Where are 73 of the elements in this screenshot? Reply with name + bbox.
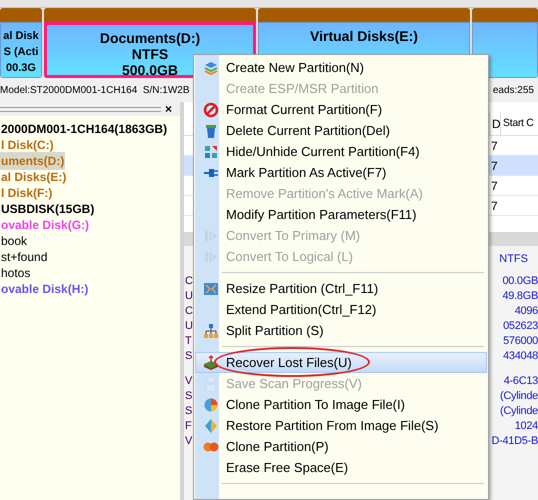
property-value: 052623 — [503, 319, 538, 334]
table-cell-text: 7 — [491, 138, 498, 154]
property-label: C — [185, 304, 193, 320]
menu-item[interactable]: Delete Current Partition(Del) — [196, 120, 486, 141]
partition-text: S (Acti — [4, 45, 38, 60]
tree-item[interactable]: hotos — [0, 264, 32, 282]
menu-item[interactable]: Resize Partition (Ctrl_F11) — [196, 278, 486, 299]
property-label: U — [185, 289, 193, 304]
property-label: V — [185, 374, 192, 390]
menu-item[interactable]: Clone Partition(P) — [196, 436, 486, 457]
property-value: 4-6C13 — [504, 374, 538, 390]
partition-text: al Disk — [3, 29, 39, 44]
property-value: 1024 — [514, 419, 538, 434]
partition-text: NTFS — [132, 46, 168, 62]
property-label: F — [185, 419, 192, 434]
property-value: 434048 — [503, 349, 538, 364]
menu-item[interactable]: Erase Free Space(E) — [196, 457, 486, 478]
arrows-icon — [203, 144, 219, 160]
pie-icon — [203, 396, 219, 412]
partition-text: Virtual Disks(E:) — [310, 28, 418, 44]
tree-item[interactable]: ovable Disk(H:) — [0, 280, 90, 298]
partition-header-bar — [472, 8, 538, 22]
tree-item[interactable]: book — [0, 232, 28, 250]
property-value: 4096 — [514, 304, 538, 320]
menu-item[interactable]: Clone Partition To Image File(I) — [196, 394, 486, 415]
menu-item[interactable]: Extend Partition(Ctrl_F12) — [196, 299, 486, 320]
table-cell-text: 7 — [491, 178, 498, 194]
property-value: D-41D5-B — [491, 434, 538, 450]
layers-icon — [203, 60, 219, 76]
menu-item[interactable]: Hide/Unhide Current Partition(F4) — [196, 141, 486, 162]
box-arrow-icon — [203, 354, 219, 370]
property-label: U — [185, 319, 193, 334]
trash-icon — [203, 122, 219, 138]
property-value: (Cylinde — [500, 389, 538, 404]
property-value: 576000 — [503, 334, 538, 350]
tree-item[interactable]: st+found — [0, 248, 48, 266]
tree-item[interactable]: USBDISK(15GB) — [0, 200, 96, 218]
floppy-icon — [203, 376, 219, 392]
close-button[interactable]: × — [164, 103, 172, 115]
disk-model-info: Model:ST2000DM001-1CH164 S/N:1W2B — [0, 84, 190, 98]
menu-item[interactable]: Restore Partition From Image File(S) — [196, 415, 486, 436]
menu-item[interactable]: Modify Partition Parameters(F11) — [196, 204, 486, 225]
tree-item[interactable]: l Disk(F:) — [0, 184, 54, 202]
property-value: (Cylinde — [500, 404, 538, 420]
column-header[interactable]: Start C — [500, 112, 534, 135]
partition-block[interactable]: al Disk S (Acti 00.3G — [0, 22, 42, 78]
partition-text: 500.0GB — [122, 62, 178, 75]
menu-item[interactable]: Format Current Partition(F) — [196, 99, 486, 120]
resize-icon — [203, 280, 219, 296]
no-entry-icon — [203, 102, 219, 118]
tree-item[interactable]: l Disk(C:) — [0, 136, 55, 154]
property-label: V — [185, 434, 192, 450]
menu-item[interactable]: Split Partition (S) — [196, 320, 486, 341]
menu-item[interactable]: Recover Lost Files(U) — [195, 352, 487, 373]
disk-heads-info: eads:255 — [492, 84, 534, 98]
tree-item[interactable]: al Disks(E:) — [0, 168, 68, 186]
partition-text: 00.3G — [6, 61, 36, 76]
diamond-icon — [203, 418, 219, 434]
menu-item[interactable]: Mark Partition As Active(F7) — [196, 162, 486, 183]
partition-header-bar — [0, 8, 42, 22]
property-value: 49.8GB — [502, 289, 538, 304]
property-label: C — [185, 274, 193, 290]
file-system-value: NTFS — [499, 252, 528, 267]
tree-item[interactable]: 2000DM001-1CH164(1863GB) — [0, 120, 168, 138]
property-label: T — [185, 334, 192, 350]
table-cell-text: 7 — [491, 158, 498, 174]
partition-text: Documents(D:) — [100, 30, 200, 46]
hierarchy-icon — [203, 322, 219, 338]
table-cell-text: 7 — [491, 198, 498, 214]
property-value: 00.0GB — [502, 274, 538, 290]
property-label: S — [185, 349, 192, 364]
property-label: S — [185, 389, 192, 404]
property-label: S — [185, 404, 192, 420]
